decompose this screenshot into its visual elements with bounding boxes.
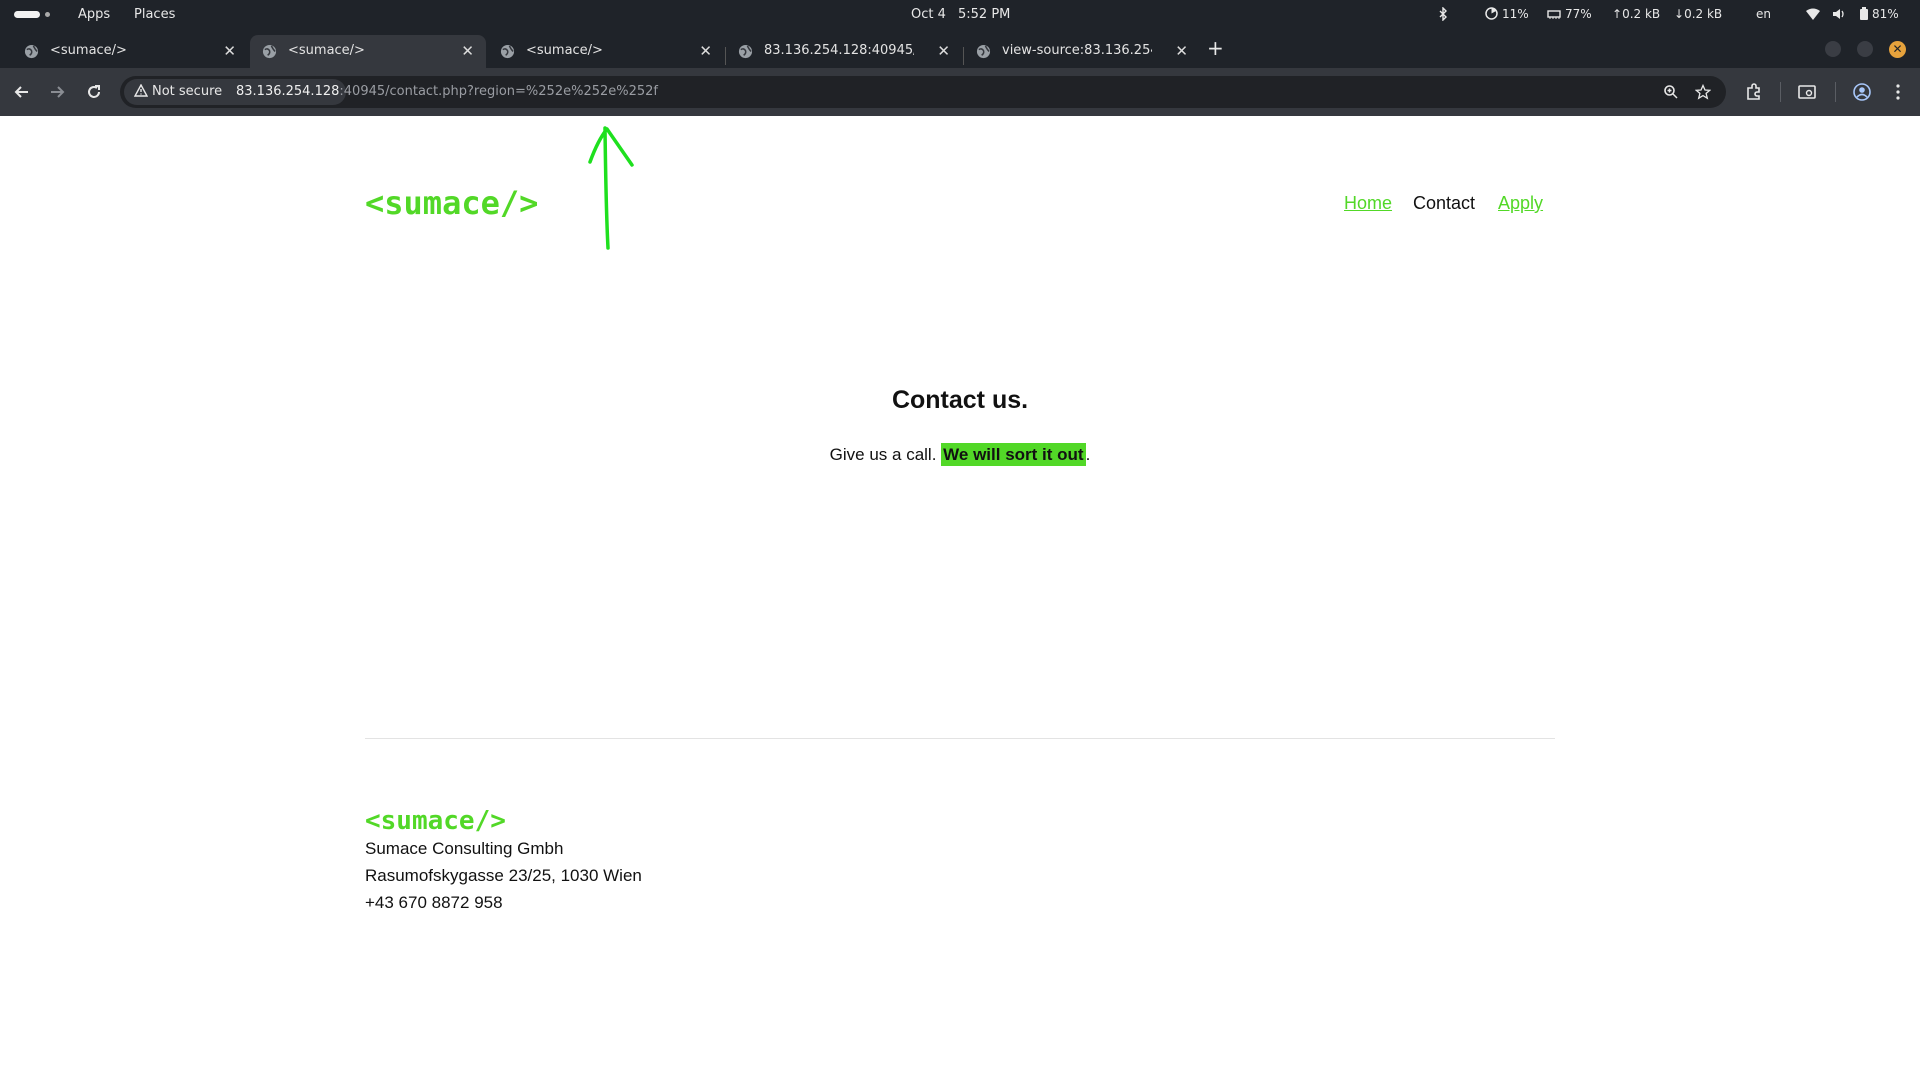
tagline: Give us a call. We will sort it out.	[0, 443, 1920, 466]
menu-kebab-icon[interactable]	[1888, 82, 1908, 102]
site-logo[interactable]: <sumace/>	[365, 184, 538, 222]
browser-tab-1[interactable]: <sumace/> ✕	[12, 35, 248, 68]
cpu-indicator: 11%	[1485, 7, 1529, 21]
minimize-icon[interactable]	[1825, 41, 1841, 57]
url-host: 83.136.254.128	[236, 84, 340, 99]
footer-address: Rasumofskygasse 23/25, 1030 Wien	[365, 866, 642, 885]
footer-divider	[365, 738, 1555, 739]
toolbar-separator	[1835, 82, 1836, 102]
browser-tab-4[interactable]: 83.136.254.128:40945/ap ✕	[726, 35, 962, 68]
battery-indicator[interactable]: 81%	[1860, 7, 1899, 21]
memory-value: 77%	[1565, 7, 1592, 21]
browser-tab-3[interactable]: <sumace/> ✕	[488, 35, 724, 68]
nav-apply-link[interactable]: Apply	[1498, 193, 1543, 214]
footer-logo: <sumace/>	[365, 806, 506, 836]
tab-search-icon[interactable]	[1797, 82, 1817, 102]
nav-home-label[interactable]: Home	[1344, 193, 1392, 213]
clock-date[interactable]: Oct 4	[911, 7, 946, 22]
upload-arrow-icon: ↑	[1612, 7, 1623, 21]
browser-tab-5[interactable]: view-source:83.136.254.1 ✕	[964, 35, 1200, 68]
maximize-icon[interactable]	[1857, 41, 1873, 57]
apps-menu[interactable]: Apps	[78, 7, 110, 22]
activities-indicator[interactable]	[14, 11, 40, 18]
bluetooth-icon[interactable]	[1438, 6, 1452, 22]
nav-contact-label: Contact	[1413, 193, 1476, 213]
zoom-icon[interactable]	[1663, 84, 1679, 100]
upload-indicator: ↑0.2 kB	[1612, 7, 1660, 21]
download-arrow-icon: ↓	[1674, 7, 1685, 21]
browser-toolbar: Not secure 83.136.254.128:40945/contact.…	[0, 68, 1920, 116]
browser-tab-2-active[interactable]: <sumace/> ✕	[250, 35, 486, 68]
battery-icon	[1860, 7, 1868, 20]
footer-phone: +43 670 8872 958	[365, 893, 503, 912]
close-icon[interactable]: ✕	[461, 42, 474, 60]
wifi-icon[interactable]	[1806, 7, 1824, 21]
page-title: Contact us.	[891, 386, 1029, 414]
nav-home-link[interactable]: Home	[1344, 193, 1392, 214]
tab-title: 83.136.254.128:40945/ap	[764, 43, 914, 58]
reload-icon[interactable]	[84, 82, 104, 102]
system-top-bar: Apps Places Oct 4 5:52 PM 11% 77% ↑0.2 k…	[0, 0, 1920, 30]
nav-apply-label[interactable]: Apply	[1498, 193, 1543, 213]
download-value: 0.2 kB	[1684, 7, 1723, 21]
close-icon[interactable]: ✕	[937, 42, 950, 60]
tab-title: <sumace/>	[288, 43, 365, 58]
battery-value: 81%	[1872, 7, 1899, 21]
profile-avatar-icon[interactable]	[1852, 82, 1872, 102]
web-page-content: <sumace/> Home Contact Apply Contact us.…	[0, 116, 1920, 1080]
close-icon[interactable]: ✕	[223, 42, 236, 60]
extensions-puzzle-icon[interactable]	[1744, 82, 1764, 102]
close-icon[interactable]: ✕	[1175, 42, 1188, 60]
globe-icon	[24, 44, 39, 59]
tagline-period: .	[1085, 445, 1091, 464]
warning-icon	[133, 83, 149, 97]
url-text[interactable]: 83.136.254.128:40945/contact.php?region=…	[236, 84, 658, 99]
globe-icon	[738, 44, 753, 59]
tab-title: <sumace/>	[50, 43, 127, 58]
cpu-icon	[1485, 7, 1498, 20]
workspace-dot	[45, 12, 50, 17]
tab-title: <sumace/>	[526, 43, 603, 58]
places-menu[interactable]: Places	[134, 7, 175, 22]
close-icon[interactable]: ✕	[699, 42, 712, 60]
memory-icon	[1547, 10, 1561, 19]
bookmark-star-icon[interactable]	[1695, 84, 1711, 100]
back-arrow-icon[interactable]	[12, 82, 32, 102]
memory-indicator: 77%	[1547, 7, 1592, 21]
clock-time[interactable]: 5:52 PM	[958, 7, 1010, 22]
forward-arrow-icon[interactable]	[47, 82, 67, 102]
keyboard-layout[interactable]: en	[1756, 7, 1771, 21]
url-path: :40945/contact.php?region=%252e%252e%252…	[339, 84, 659, 99]
security-label: Not secure	[152, 84, 223, 99]
address-bar[interactable]: Not secure 83.136.254.128:40945/contact.…	[120, 76, 1726, 108]
footer-company: Sumace Consulting Gmbh	[365, 839, 564, 858]
tagline-text: Give us a call.	[829, 445, 937, 464]
upload-value: 0.2 kB	[1622, 7, 1661, 21]
annotation-arrow-icon	[588, 126, 634, 250]
globe-icon	[500, 44, 515, 59]
nav-contact-current[interactable]: Contact	[1413, 193, 1475, 214]
download-indicator: ↓0.2 kB	[1674, 7, 1722, 21]
toolbar-separator	[1780, 82, 1781, 102]
volume-icon[interactable]	[1832, 7, 1850, 21]
tagline-highlight: We will sort it out	[941, 443, 1086, 466]
tab-title: view-source:83.136.254.1	[1002, 43, 1152, 58]
window-close-icon[interactable]: ✕	[1889, 41, 1906, 58]
new-tab-plus-icon[interactable]: +	[1207, 36, 1224, 60]
globe-icon	[262, 44, 277, 59]
globe-icon	[976, 44, 991, 59]
cpu-value: 11%	[1502, 7, 1529, 21]
